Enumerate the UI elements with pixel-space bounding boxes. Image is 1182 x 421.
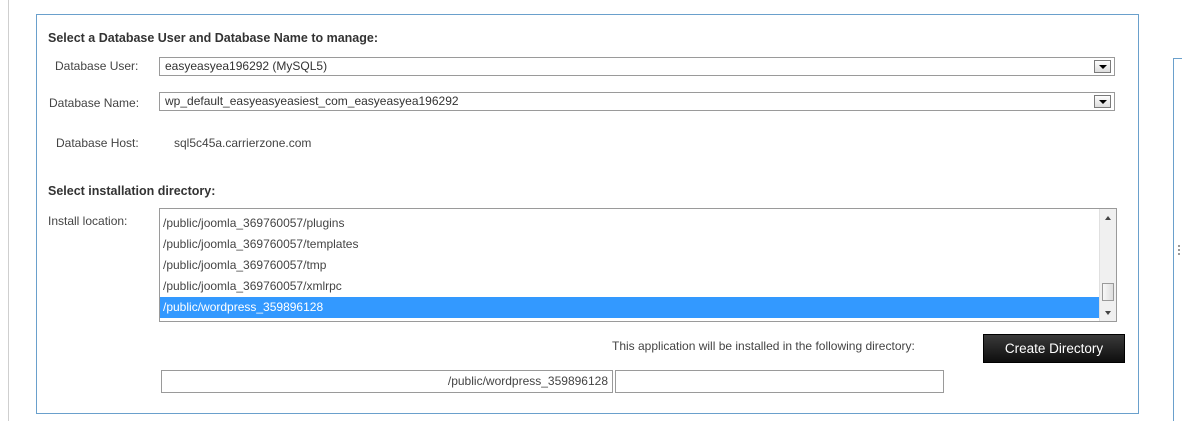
scroll-down-arrow-icon[interactable] bbox=[1100, 304, 1116, 321]
directory-listbox[interactable]: /public/joomla_369760057/plugins /public… bbox=[159, 208, 1117, 322]
database-name-value: wp_default_easyeasyeasiest_com_easyeasye… bbox=[165, 94, 459, 108]
listbox-scrollbar[interactable] bbox=[1099, 209, 1116, 321]
resize-handle-icon[interactable] bbox=[1178, 245, 1180, 255]
list-item[interactable]: /public/joomla_369760057/templates bbox=[160, 234, 1099, 255]
install-location-label: Install location: bbox=[48, 214, 128, 228]
page-left-border bbox=[8, 0, 9, 421]
install-info-text: This application will be installed in th… bbox=[612, 339, 915, 353]
scrollbar-thumb[interactable] bbox=[1102, 283, 1114, 301]
list-item[interactable]: /public/joomla_369760057/tmp bbox=[160, 255, 1099, 276]
list-item[interactable]: /public/joomla_369760057/xmlrpc bbox=[160, 276, 1099, 297]
database-user-label: Database User: bbox=[55, 59, 139, 73]
install-section-title: Select installation directory: bbox=[48, 184, 216, 198]
database-host-label: Database Host: bbox=[56, 136, 139, 150]
chevron-down-icon[interactable] bbox=[1094, 95, 1111, 108]
database-name-select[interactable]: wp_default_easyeasyeasiest_com_easyeasye… bbox=[159, 92, 1115, 111]
chevron-down-icon[interactable] bbox=[1094, 60, 1111, 73]
database-host-value: sql5c45a.carrierzone.com bbox=[174, 136, 312, 150]
scroll-up-arrow-icon[interactable] bbox=[1100, 209, 1116, 226]
database-user-value: easyeasyea196292 (MySQL5) bbox=[165, 59, 328, 73]
database-name-label: Database Name: bbox=[49, 96, 140, 110]
database-user-select[interactable]: easyeasyea196292 (MySQL5) bbox=[159, 57, 1115, 76]
subdirectory-input[interactable] bbox=[615, 370, 944, 393]
install-path-field[interactable]: /public/wordpress_359896128 bbox=[161, 370, 613, 393]
list-item[interactable]: /public/joomla_369760057/plugins bbox=[160, 213, 1099, 234]
db-section-title: Select a Database User and Database Name… bbox=[48, 31, 378, 45]
list-item-selected[interactable]: /public/wordpress_359896128 bbox=[160, 297, 1099, 318]
side-panel-edge bbox=[1173, 58, 1182, 421]
create-directory-button[interactable]: Create Directory bbox=[983, 334, 1125, 363]
